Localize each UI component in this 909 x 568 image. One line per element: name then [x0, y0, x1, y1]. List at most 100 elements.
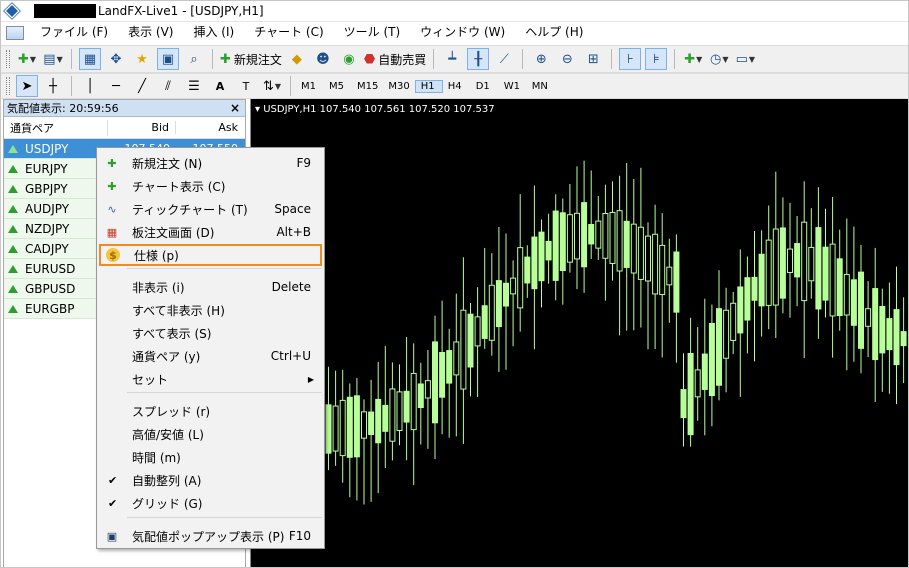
context-item-3[interactable]: ▦ 板注文画面 (D) Alt+B [97, 221, 324, 243]
timeframe-d1[interactable]: D1 [471, 81, 499, 92]
horizontal-line-tool[interactable]: ─ [105, 75, 127, 97]
candle-body [801, 221, 808, 302]
candle-body [808, 246, 815, 282]
candle-body [637, 226, 644, 280]
candle-body [574, 212, 580, 260]
line-chart-button[interactable]: ⟋ [493, 48, 515, 70]
menu-window[interactable]: ウィンドウ (W) [410, 22, 515, 43]
strategy-tester-button[interactable]: ⌕ [183, 48, 205, 70]
context-item-4[interactable]: $ 仕様 (p) [99, 244, 322, 266]
menu-tools[interactable]: ツール (T) [334, 22, 411, 43]
context-item-5[interactable]: 非表示 (i) Delete [97, 276, 324, 298]
candlestick-button[interactable]: ╂ [467, 48, 490, 70]
terminal-toggle[interactable]: ▣ [157, 48, 179, 70]
context-item-label: すべて表示 (S) [132, 326, 212, 341]
candle-body [737, 286, 744, 334]
toolbar-grip[interactable] [6, 77, 10, 95]
timeframe-h4[interactable]: H4 [443, 81, 471, 92]
candlestick-series [325, 160, 907, 505]
timeframe-h1[interactable]: H1 [414, 79, 443, 93]
price-chart[interactable]: ▾ USDJPY,H1 107.540 107.561 107.520 107.… [250, 99, 909, 568]
market-watch-toggle[interactable]: ▦ [79, 48, 101, 70]
timeframe-m5[interactable]: M5 [324, 81, 352, 92]
auto-trading-button[interactable]: ⬣ 自動売買 [364, 48, 426, 70]
new-chart-button[interactable]: ✚ ▼ [16, 48, 38, 70]
context-item-12[interactable]: 時間 (m) [97, 446, 324, 468]
crosshair-tool[interactable]: ┼ [42, 75, 64, 97]
fibonacci-tool[interactable]: ☰ [183, 75, 205, 97]
candle-body [652, 233, 659, 295]
context-item-9[interactable]: セット ▶ [97, 368, 324, 390]
menu-file[interactable]: ファイル (F) [30, 22, 118, 43]
zoom-in-button[interactable]: ⊕ [530, 48, 552, 70]
context-item-0[interactable]: ✚ 新規注文 (N) F9 [97, 152, 324, 174]
templates-button[interactable]: ▭ ▼ [734, 48, 756, 70]
signals-button[interactable]: ◉ [338, 48, 360, 70]
new-order-button[interactable]: ✚ 新規注文 [220, 48, 282, 70]
profiles-icon: ▤ [43, 51, 56, 67]
context-item-2[interactable]: ∿ ティックチャート (T) Space [97, 198, 324, 220]
profiles-button[interactable]: ▤ ▼ [42, 48, 64, 70]
price-up-icon [8, 304, 18, 313]
community-button[interactable]: ☻ [312, 48, 334, 70]
cursor-tool[interactable]: ➤ [16, 75, 38, 97]
menu-charts[interactable]: チャート (C) [244, 22, 333, 43]
context-item-label: 仕様 (p) [134, 248, 179, 263]
close-icon[interactable]: × [230, 101, 240, 115]
timeframe-m15[interactable]: M15 [352, 81, 383, 92]
candle-body [432, 341, 438, 424]
bar-chart-icon: ┷ [448, 51, 457, 67]
timeframe-m1[interactable]: M1 [296, 81, 324, 92]
tile-windows-button[interactable]: ⊞ [582, 48, 604, 70]
data-window-button[interactable]: ✥ [105, 48, 127, 70]
text-label-tool[interactable]: T [235, 75, 257, 97]
chart-shift-button[interactable]: ⊧ [645, 48, 668, 70]
terminal-icon: ▣ [161, 51, 175, 67]
menu-insert[interactable]: 挿入 (I) [183, 22, 244, 43]
candle-body [538, 231, 545, 282]
context-item-11[interactable]: 高値/安値 (L) [97, 423, 324, 445]
timeframe-w1[interactable]: W1 [499, 81, 527, 92]
metaeditor-button[interactable]: ◆ [286, 48, 308, 70]
text-tool[interactable]: A [209, 75, 231, 97]
app-logo-icon [3, 1, 21, 20]
candle-body [353, 395, 360, 458]
arrows-tool[interactable]: ⇅ ▼ [261, 75, 283, 97]
timeframe-m30[interactable]: M30 [383, 81, 414, 92]
candle-body [680, 389, 687, 419]
auto-scroll-button[interactable]: ⊦ [619, 48, 642, 70]
context-item-7[interactable]: すべて表示 (S) [97, 322, 324, 344]
column-bid[interactable]: Bid [108, 121, 176, 134]
market-watch-header: 通貨ペア Bid Ask [4, 117, 245, 139]
toolbar-grip[interactable] [6, 50, 10, 68]
menu-view[interactable]: 表示 (V) [118, 22, 183, 43]
context-item-6[interactable]: すべて非表示 (H) [97, 299, 324, 321]
candle-body [417, 383, 424, 408]
timeframe-mn[interactable]: MN [527, 81, 555, 92]
context-item-15[interactable]: ▣ 気配値ポップアップ表示 (P) F10 [97, 525, 324, 547]
candle-body [900, 331, 907, 347]
trendline-tool[interactable]: ╱ [131, 75, 153, 97]
chart-info-label: ▾ USDJPY,H1 107.540 107.561 107.520 107.… [255, 104, 495, 115]
column-ask[interactable]: Ask [176, 121, 244, 134]
indicators-button[interactable]: ✚ ▼ [682, 48, 704, 70]
periods-button[interactable]: ◷ ▼ [708, 48, 730, 70]
navigator-button[interactable]: ★ [131, 48, 153, 70]
zoom-out-button[interactable]: ⊖ [556, 48, 578, 70]
context-item-8[interactable]: 通貨ペア (y) Ctrl+U [97, 345, 324, 367]
new-chart-icon: ✚ [17, 51, 29, 67]
context-item-14[interactable]: ✔ グリッド (G) [97, 492, 324, 514]
chart-window-icon: ✚ [107, 179, 117, 193]
context-item-13[interactable]: ✔ 自動整列 (A) [97, 469, 324, 491]
context-item-1[interactable]: ✚ チャート表示 (C) [97, 175, 324, 197]
context-item-10[interactable]: スプレッド (r) [97, 400, 324, 422]
column-symbol[interactable]: 通貨ペア [4, 119, 108, 136]
candle-body [552, 210, 559, 281]
bar-chart-button[interactable]: ┷ [441, 48, 463, 70]
menu-help[interactable]: ヘルプ (H) [515, 22, 593, 43]
horizontal-line-icon: ─ [112, 78, 120, 94]
signal-icon: ◉ [343, 51, 355, 67]
vertical-line-tool[interactable]: │ [79, 75, 101, 97]
document-window-icon[interactable] [6, 25, 24, 40]
equidistant-channel-tool[interactable]: ⫽ [157, 75, 179, 97]
